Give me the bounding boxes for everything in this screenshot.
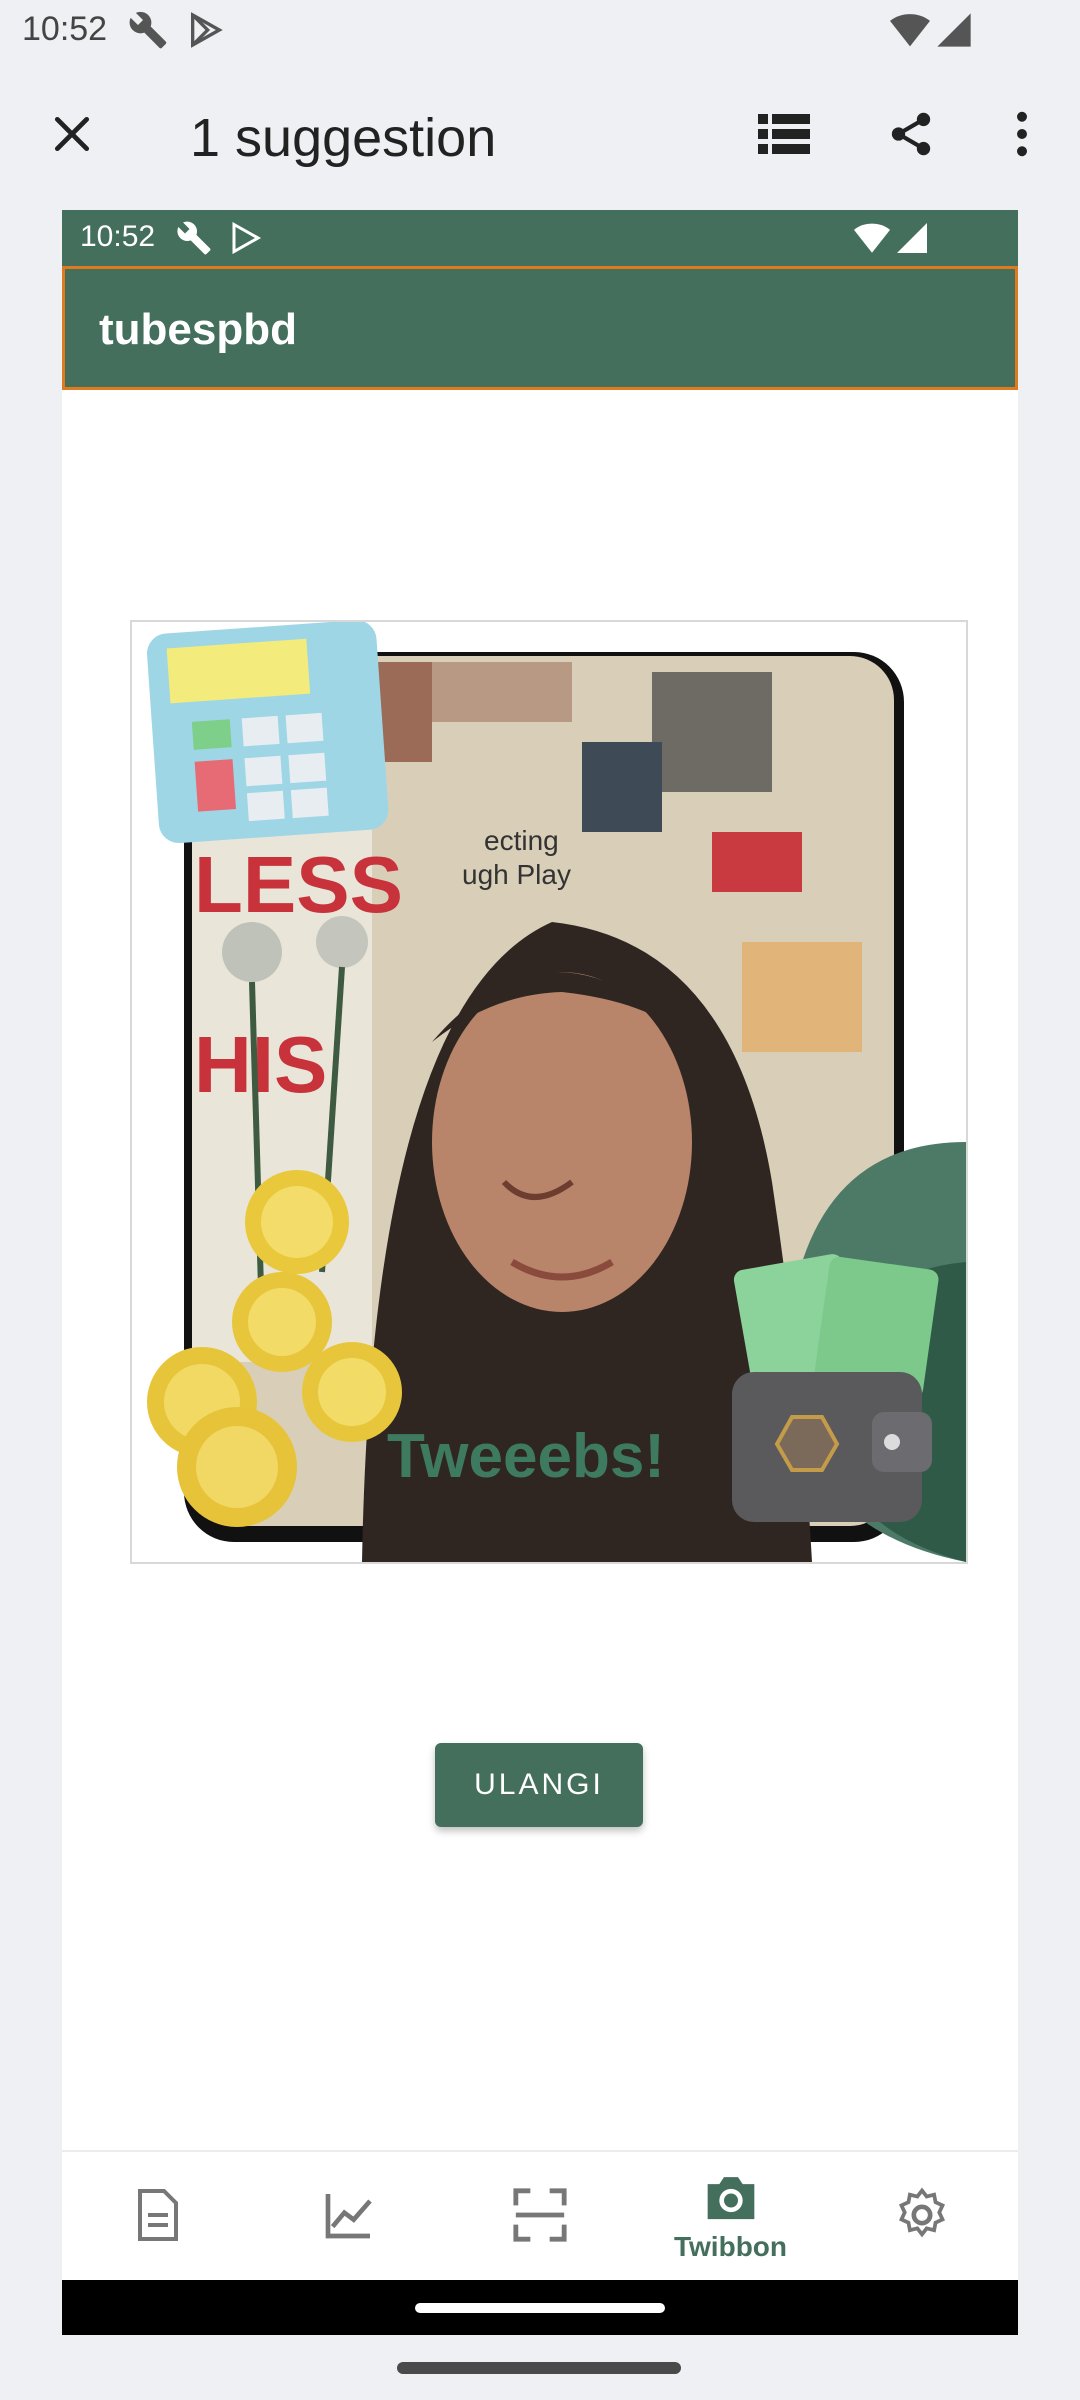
camera-icon <box>703 2172 759 2227</box>
wifi-icon <box>888 10 932 55</box>
nav-item-twibbon[interactable]: Twibbon <box>635 2152 826 2282</box>
status-bar: 10:52 <box>0 0 1080 62</box>
collage-text: ecting <box>484 825 559 856</box>
nav-item-settings[interactable] <box>826 2152 1017 2282</box>
wifi-icon <box>852 220 892 261</box>
wrench-icon <box>176 220 212 261</box>
chart-icon <box>321 2187 377 2248</box>
settings-icon <box>894 2186 950 2248</box>
nav-label-twibbon: Twibbon <box>674 2230 787 2262</box>
more-options-button[interactable] <box>986 100 1058 172</box>
signal-icon <box>934 10 974 55</box>
status-time: 10:52 <box>22 10 108 48</box>
document-icon <box>133 2187 183 2248</box>
retry-button[interactable]: ULANGI <box>435 1743 643 1827</box>
nav-item-chart[interactable] <box>253 2152 444 2282</box>
list-icon <box>758 112 810 161</box>
share-icon <box>886 109 936 164</box>
bottom-nav: Twibbon <box>62 2150 1018 2282</box>
highlighted-app-bar[interactable]: tubespbd <box>62 266 1018 390</box>
list-view-button[interactable] <box>748 100 820 172</box>
twibbon-image: ecting ugh Play LESS HIS Tweeebs! <box>130 620 968 1564</box>
nav-item-documents[interactable] <box>62 2152 253 2282</box>
collage-text: HIS <box>194 1020 327 1109</box>
share-button[interactable] <box>875 100 947 172</box>
inner-status-time: 10:52 <box>80 220 156 253</box>
collage-text: LESS <box>194 840 403 929</box>
inner-gesture-bar <box>62 2280 1018 2335</box>
nav-item-scan[interactable] <box>444 2152 635 2282</box>
gesture-pill <box>415 2303 665 2313</box>
close-icon <box>50 112 94 161</box>
play-store-icon <box>186 10 226 55</box>
scan-icon <box>511 2186 569 2249</box>
signal-icon <box>894 220 930 261</box>
inner-status-bar: 10:52 <box>62 210 1018 266</box>
play-store-icon <box>228 220 264 261</box>
suggestion-screenshot: 10:52 tubespbd ecting ugh Play LESS HIS … <box>62 210 1018 2335</box>
app-bar: 1 suggestion <box>0 62 1080 210</box>
page-title: 1 suggestion <box>190 108 497 168</box>
inner-app-title: tubespbd <box>99 305 297 354</box>
twibbon-caption: Tweeebs! <box>387 1422 665 1491</box>
collage-text: ugh Play <box>462 859 571 890</box>
close-button[interactable] <box>36 100 108 172</box>
wrench-icon <box>128 10 168 55</box>
more-vert-icon <box>1012 111 1032 162</box>
gesture-handle[interactable] <box>397 2362 681 2374</box>
